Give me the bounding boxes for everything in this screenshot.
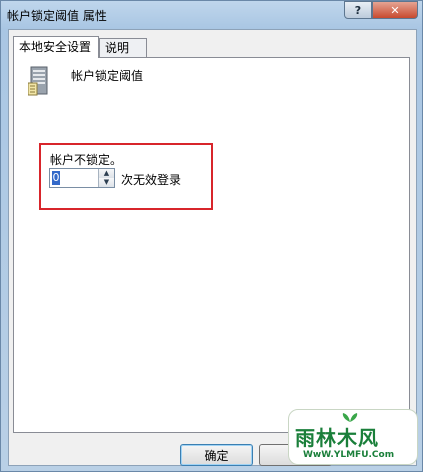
title-bar[interactable]: 帐户锁定阈值 属性 ? ✕ xyxy=(1,1,422,27)
properties-dialog: 帐户锁定阈值 属性 ? ✕ 本地安全设置 说明 帐户锁定阈值 帐户不锁定。 0 xyxy=(0,0,423,472)
dialog-client-area: 本地安全设置 说明 帐户锁定阈值 帐户不锁定。 0 ▲ ▼ 次无效登录 确定 xyxy=(8,29,417,466)
tab-panel: 帐户锁定阈值 帐户不锁定。 0 ▲ ▼ 次无效登录 xyxy=(13,57,410,433)
help-button[interactable]: ? xyxy=(344,1,372,19)
watermark-main-text: 雨林木风 xyxy=(295,426,379,450)
tab-local-security-setting[interactable]: 本地安全设置 xyxy=(13,36,99,58)
threshold-value[interactable]: 0 xyxy=(52,171,60,185)
window-title: 帐户锁定阈值 属性 xyxy=(7,9,107,23)
server-icon xyxy=(28,66,48,96)
tab-explain[interactable]: 说明 xyxy=(99,38,147,57)
ok-button[interactable]: 确定 xyxy=(180,444,253,466)
invalid-logon-label: 次无效登录 xyxy=(121,173,182,187)
watermark-logo: 雨林木风 WwW.YLMFU.Com xyxy=(288,409,418,465)
lockout-status-label: 帐户不锁定。 xyxy=(50,153,123,167)
watermark-url: WwW.YLMFU.Com xyxy=(303,450,395,460)
close-button[interactable]: ✕ xyxy=(372,1,418,19)
spin-down-icon[interactable]: ▼ xyxy=(98,178,114,187)
policy-name: 帐户锁定阈值 xyxy=(71,69,144,83)
threshold-stepper[interactable]: 0 ▲ ▼ xyxy=(49,168,115,188)
leaf-icon xyxy=(342,413,358,422)
